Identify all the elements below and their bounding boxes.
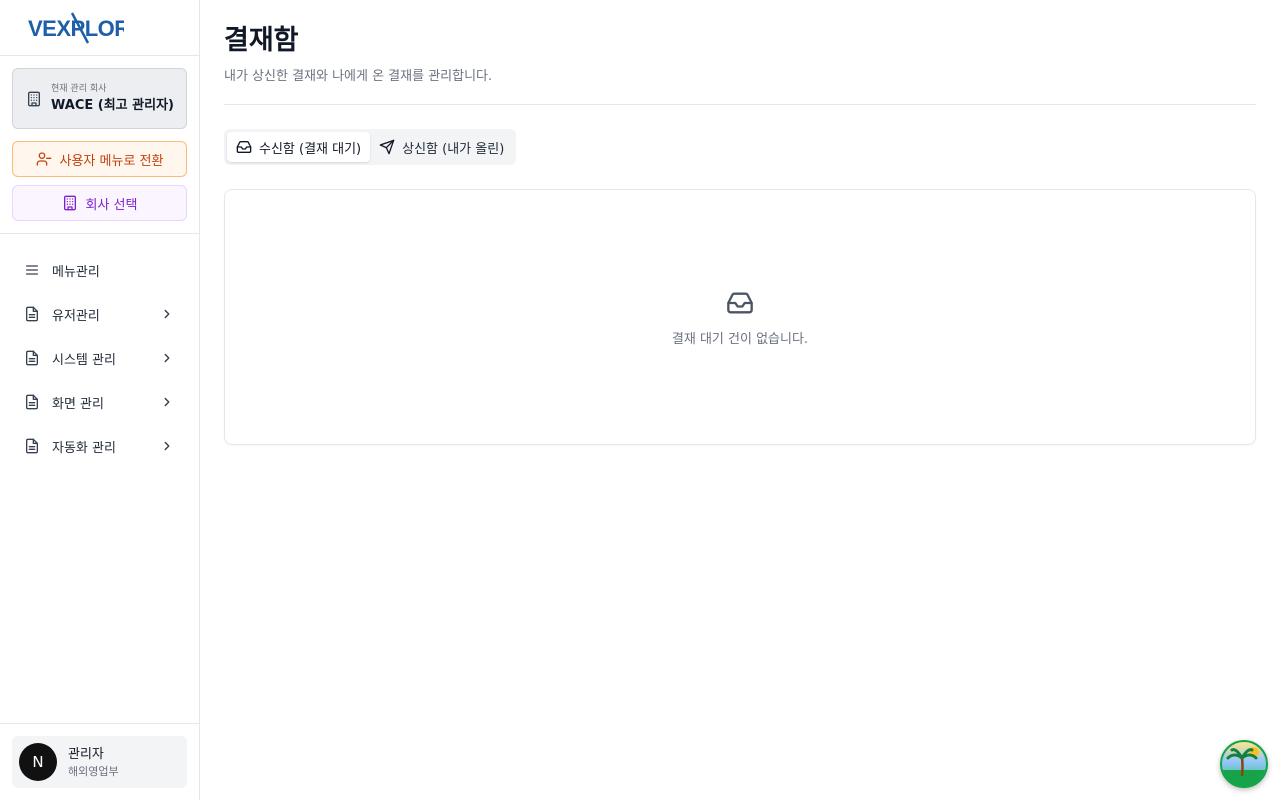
- chevron-right-icon[interactable]: [159, 306, 175, 322]
- sidebar-item-label: 유저관리: [52, 308, 100, 324]
- user-divider: [0, 723, 199, 724]
- sidebar-item-system-management[interactable]: 시스템 관리: [12, 336, 187, 380]
- page-title: 결재함: [224, 25, 299, 56]
- sidebar-item-label: 화면 관리: [52, 396, 104, 412]
- sidebar-item-menu-management[interactable]: 메뉴관리: [12, 248, 187, 292]
- chevron-right-icon[interactable]: [159, 438, 175, 454]
- sidebar-item-label: 시스템 관리: [52, 352, 116, 368]
- user-switch-icon: [36, 151, 52, 167]
- approval-tabs: 수신함 (결재 대기) 상신함 (내가 올린): [224, 129, 517, 165]
- page-description: 내가 상신한 결재와 나에게 온 결재를 관리합니다.: [224, 69, 493, 84]
- tab-sent[interactable]: 상신함 (내가 올린): [370, 132, 513, 162]
- sidebar-item-label: 메뉴관리: [52, 264, 100, 280]
- approval-list-empty-state: 결재 대기 건이 없습니다.: [224, 189, 1256, 445]
- vexplor-logo-icon: VEXPLOR: [28, 11, 124, 44]
- company-name: WACE (최고 관리자): [51, 97, 174, 113]
- tab-inbox-label: 수신함 (결재 대기): [259, 141, 362, 157]
- current-company-card[interactable]: 현재 관리 회사 WACE (최고 관리자): [12, 68, 187, 129]
- floating-assistant-button[interactable]: [1220, 740, 1268, 788]
- palm-tree-icon: [1222, 747, 1266, 786]
- avatar: N: [19, 743, 57, 781]
- sidebar-nav: 메뉴관리 유저관리 시스템 관리 화면 관리 자동화 관리: [12, 248, 187, 468]
- tab-sent-label: 상신함 (내가 올린): [402, 141, 505, 157]
- menu-icon: [24, 262, 40, 278]
- sidebar-item-screen-management[interactable]: 화면 관리: [12, 380, 187, 424]
- document-icon: [24, 306, 40, 322]
- sidebar-divider: [0, 233, 199, 234]
- inbox-icon: [236, 139, 252, 155]
- sidebar-item-user-management[interactable]: 유저관리: [12, 292, 187, 336]
- document-icon: [24, 438, 40, 454]
- sidebar-item-label: 자동화 관리: [52, 440, 116, 456]
- switch-to-user-menu-button[interactable]: 사용자 메뉴로 전환: [12, 141, 187, 177]
- document-icon: [24, 350, 40, 366]
- empty-message: 결재 대기 건이 없습니다.: [671, 332, 809, 347]
- sidebar-item-automation-management[interactable]: 자동화 관리: [12, 424, 187, 468]
- switch-menu-label: 사용자 메뉴로 전환: [59, 153, 164, 169]
- sidebar: VEXPLOR 현재 관리 회사 WACE (최고 관리자) 사용자 메뉴로 전…: [0, 0, 200, 800]
- user-department: 해외영업부: [68, 764, 119, 778]
- chevron-right-icon[interactable]: [159, 394, 175, 410]
- tab-inbox[interactable]: 수신함 (결재 대기): [227, 132, 371, 162]
- document-icon: [24, 394, 40, 410]
- inbox-icon: [724, 289, 756, 317]
- select-company-button[interactable]: 회사 선택: [12, 185, 187, 221]
- logo[interactable]: VEXPLOR: [0, 0, 199, 56]
- send-icon: [379, 139, 395, 155]
- chevron-right-icon[interactable]: [159, 350, 175, 366]
- select-company-label: 회사 선택: [85, 197, 138, 213]
- company-caption: 현재 관리 회사: [51, 83, 107, 94]
- building-icon: [25, 90, 43, 108]
- header-divider: [224, 104, 1256, 105]
- building-icon: [62, 195, 78, 211]
- user-name: 관리자: [68, 746, 104, 762]
- user-profile-card[interactable]: N 관리자 해외영업부: [12, 736, 187, 788]
